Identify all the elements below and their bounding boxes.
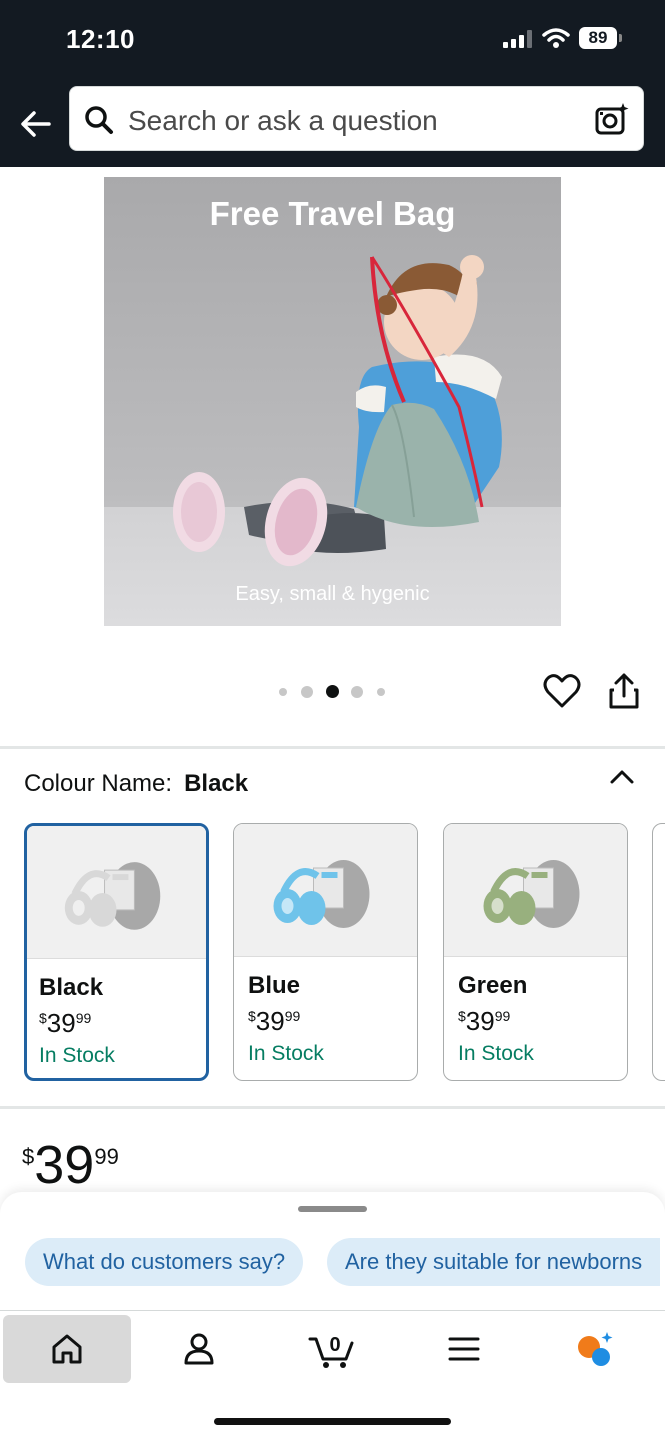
earmuffs-product-thumbnail	[273, 860, 370, 928]
search-placeholder: Search or ask a question	[128, 105, 438, 136]
swatch-name: Blue	[248, 972, 301, 999]
carousel-dots[interactable]	[276, 684, 396, 700]
home-indicator	[214, 1418, 451, 1425]
wishlist-heart-icon[interactable]	[543, 673, 581, 709]
swatch-price-whole: 39	[255, 1006, 285, 1036]
swatch-card-partial[interactable]	[652, 823, 665, 1081]
battery-tip	[619, 34, 622, 42]
swatch-card-green[interactable]: Green $3999 In Stock	[443, 823, 628, 1081]
search-icon	[85, 106, 113, 134]
back-arrow-icon[interactable]	[16, 104, 56, 144]
colour-name-label: Colour Name:	[24, 770, 173, 797]
section-divider	[0, 1106, 665, 1109]
toddler-with-bag-illustration	[173, 255, 502, 567]
tab-account[interactable]	[135, 1315, 263, 1383]
colour-name-value: Black	[184, 770, 249, 797]
cart-count-badge: 0	[329, 1334, 340, 1356]
carousel-dot[interactable]	[301, 686, 313, 698]
swatch-price-whole: 39	[465, 1006, 495, 1036]
swatch-card-black[interactable]: Black $3999 In Stock	[24, 823, 209, 1081]
search-header: Search or ask a question	[0, 84, 665, 167]
swatch-name: Green	[458, 972, 528, 999]
price-whole: 39	[34, 1135, 95, 1195]
share-icon[interactable]	[606, 672, 642, 710]
camera-search-icon[interactable]	[594, 101, 630, 137]
swatch-price-currency: $	[458, 1008, 466, 1024]
swatch-stock-status: In Stock	[39, 1044, 115, 1067]
colour-name-row: Colour Name: Black	[24, 770, 248, 798]
chevron-up-icon[interactable]	[608, 764, 636, 790]
section-divider	[0, 746, 665, 749]
status-bar: 12:10 89	[0, 0, 665, 84]
swatch-price-whole: 39	[46, 1008, 76, 1038]
swatch-image	[444, 824, 627, 957]
tab-home[interactable]	[3, 1315, 131, 1383]
swatch-image	[27, 826, 206, 959]
status-time: 12:10	[66, 24, 135, 54]
earmuffs-product-thumbnail	[64, 862, 161, 930]
sheet-drag-handle[interactable]	[298, 1206, 367, 1212]
search-input[interactable]: Search or ask a question	[69, 86, 644, 151]
carousel-dot[interactable]	[279, 688, 287, 696]
product-price: $3999	[22, 1134, 119, 1196]
tab-rufus[interactable]	[531, 1315, 659, 1383]
swatch-stock-status: In Stock	[458, 1042, 534, 1065]
swatch-price-currency: $	[39, 1010, 47, 1026]
swatch-price: $3999	[39, 1008, 91, 1039]
suggestion-chip[interactable]: What do customers say?	[25, 1238, 304, 1286]
rufus-assistant-icon	[578, 1332, 613, 1366]
battery-indicator: 89	[579, 27, 617, 49]
account-icon	[184, 1333, 214, 1365]
product-image[interactable]: Free Travel Bag Easy, small & hygenic	[104, 177, 561, 626]
tab-cart[interactable]: 0	[268, 1315, 396, 1383]
wifi-icon	[542, 28, 570, 48]
carousel-dot[interactable]	[351, 686, 363, 698]
price-currency: $	[22, 1144, 35, 1169]
home-icon	[52, 1334, 82, 1364]
swatch-price-fraction: 99	[494, 1008, 511, 1024]
hero-title: Free Travel Bag	[209, 195, 456, 232]
earmuffs-product-thumbnail	[483, 860, 580, 928]
swatch-name: Black	[39, 974, 104, 1001]
swatch-price: $3999	[458, 1006, 510, 1037]
swatch-stock-status: In Stock	[248, 1042, 324, 1065]
swatch-price-fraction: 99	[75, 1010, 92, 1026]
swatch-price: $3999	[248, 1006, 300, 1037]
swatch-price-fraction: 99	[284, 1008, 301, 1024]
tab-menu[interactable]	[400, 1315, 528, 1383]
swatch-price-currency: $	[248, 1008, 256, 1024]
carousel-dot-active[interactable]	[326, 685, 339, 698]
price-fraction: 99	[94, 1144, 119, 1169]
swatch-card-blue[interactable]: Blue $3999 In Stock	[233, 823, 418, 1081]
carousel-dot[interactable]	[377, 688, 385, 696]
cart-icon: 0	[308, 1334, 354, 1368]
signal-icon	[503, 30, 532, 48]
hero-subtitle: Easy, small & hygenic	[235, 583, 430, 605]
suggestion-chip[interactable]: Are they suitable for newborns	[327, 1238, 661, 1286]
swatch-image	[234, 824, 417, 957]
menu-icon	[448, 1337, 480, 1361]
